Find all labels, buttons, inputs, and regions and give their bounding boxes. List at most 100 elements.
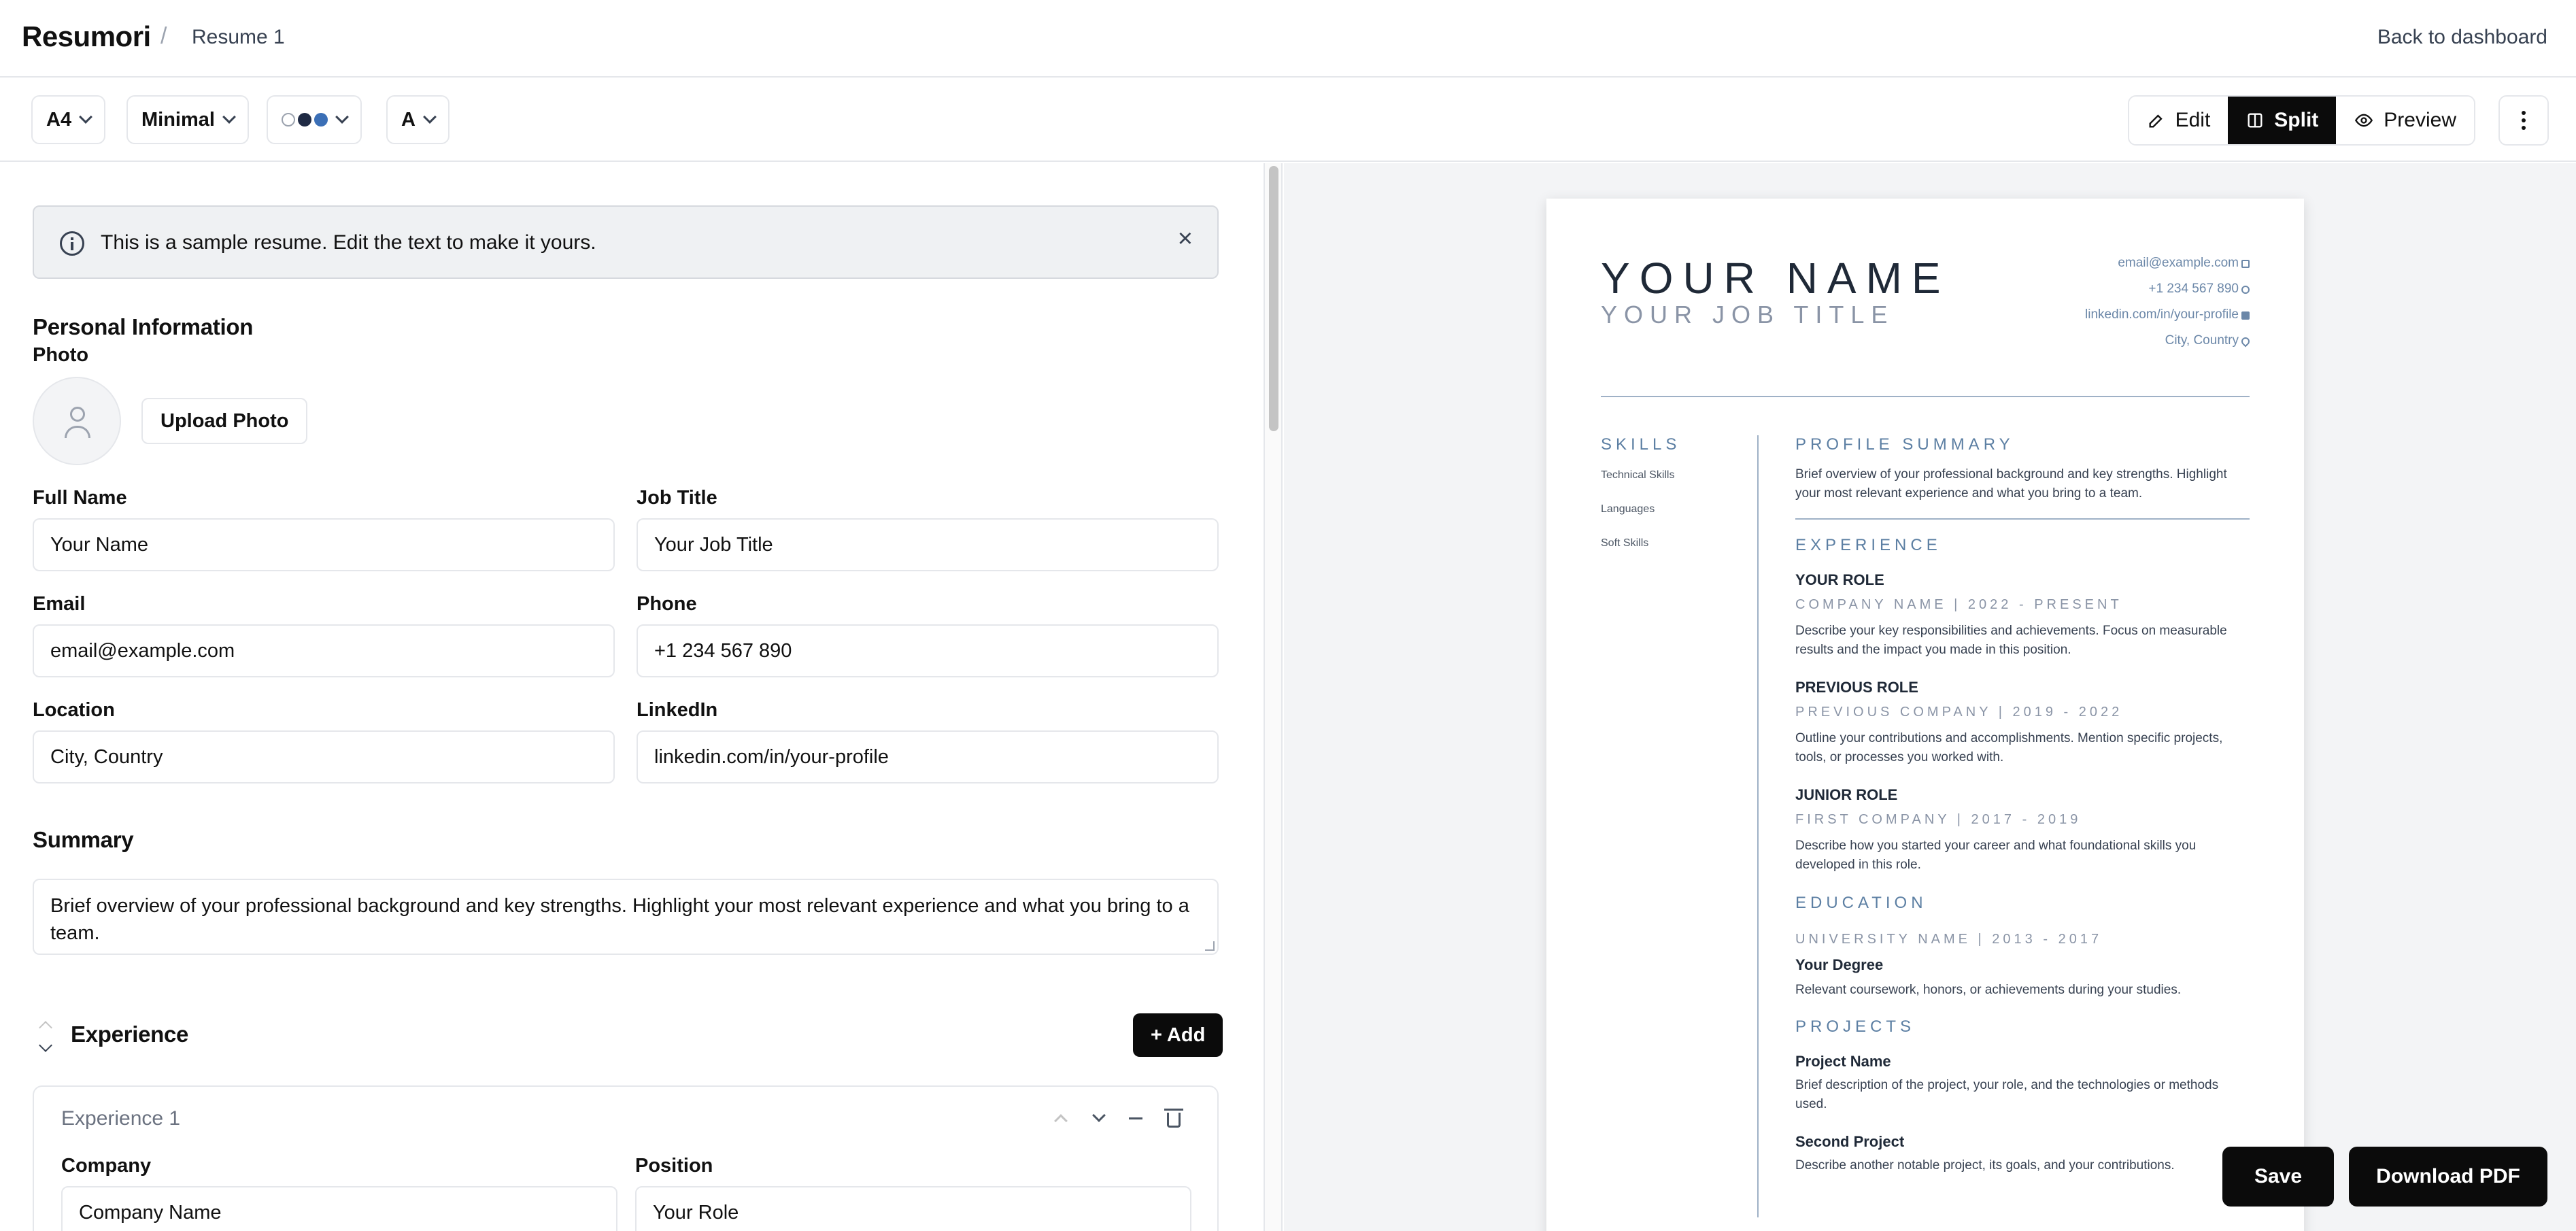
section-divider: [1795, 518, 2250, 520]
job-description: Outline your contributions and accomplis…: [1795, 731, 2223, 764]
resume-location: City, Country: [2165, 333, 2239, 348]
page-size-value: A4: [46, 108, 72, 131]
view-split-button[interactable]: Split: [2228, 97, 2337, 144]
view-preview-button[interactable]: Preview: [2336, 97, 2474, 144]
linkedin-icon: [2241, 311, 2250, 320]
education-heading: EDUCATION: [1795, 894, 1927, 912]
move-down-button[interactable]: [1085, 1104, 1113, 1132]
close-icon[interactable]: ×: [1178, 224, 1193, 254]
email-input[interactable]: email@example.com: [33, 624, 615, 677]
chevron-down-icon: [335, 110, 349, 124]
job-meta: FIRST COMPANY | 2017 - 2019: [1795, 812, 2082, 827]
project-name: Second Project: [1795, 1133, 1905, 1150]
skills-heading: SKILLS: [1601, 435, 1681, 454]
phone-input[interactable]: +1 234 567 890: [637, 624, 1219, 677]
full-name-input[interactable]: Your Name: [33, 518, 615, 571]
app-logo[interactable]: Resumori: [22, 20, 151, 53]
resume-phone: +1 234 567 890: [2148, 282, 2239, 296]
education-description: Relevant coursework, honors, or achievem…: [1795, 983, 2182, 997]
notice-text: This is a sample resume. Edit the text t…: [101, 231, 596, 254]
mail-icon: [2241, 260, 2250, 268]
chevron-down-icon: [79, 110, 92, 124]
template-select[interactable]: Minimal: [126, 95, 249, 144]
breadcrumb-resume-name[interactable]: Resume 1: [192, 26, 285, 49]
view-split-label: Split: [2274, 109, 2319, 131]
avatar: [33, 377, 121, 465]
resume-preview-panel[interactable]: YOUR NAME YOUR JOB TITLE email@example.c…: [1284, 163, 2576, 1231]
color-palette-select[interactable]: [267, 95, 362, 144]
photo-label: Photo: [33, 344, 89, 366]
view-edit-label: Edit: [2175, 109, 2211, 131]
company-input[interactable]: Company Name: [61, 1186, 617, 1231]
summary-textarea[interactable]: Brief overview of your professional back…: [33, 879, 1219, 955]
app-header: Resumori / Resume 1 Back to dashboard: [0, 0, 2576, 78]
delete-button[interactable]: [1160, 1104, 1187, 1132]
resize-handle-icon[interactable]: [1205, 941, 1215, 951]
experience-heading: Experience: [71, 1022, 189, 1047]
pencil-icon: [2149, 114, 2163, 128]
job-meta: PREVIOUS COMPANY | 2019 - 2022: [1795, 705, 2123, 720]
font-select[interactable]: A: [386, 95, 450, 144]
skill-item: Soft Skills: [1601, 537, 1649, 549]
back-to-dashboard-link[interactable]: Back to dashboard: [2377, 26, 2547, 49]
project-description: Brief description of the project, your r…: [1795, 1078, 2219, 1111]
job-title-input[interactable]: Your Job Title: [637, 518, 1219, 571]
download-pdf-button[interactable]: Download PDF: [2349, 1147, 2547, 1207]
skill-item: Technical Skills: [1601, 469, 1675, 481]
editor-panel[interactable]: This is a sample resume. Edit the text t…: [0, 163, 1264, 1231]
collapse-button[interactable]: [1122, 1104, 1149, 1132]
editor-scrollbar[interactable]: [1264, 163, 1283, 1231]
experience-card: Experience 1 Company Company Name Positi…: [33, 1085, 1219, 1231]
education-degree: Your Degree: [1795, 956, 1884, 973]
breadcrumb-separator: /: [160, 23, 167, 49]
view-mode-toggle: Edit Split Preview: [2127, 95, 2475, 146]
chevron-down-icon[interactable]: [39, 1039, 52, 1052]
location-input[interactable]: City, Country: [33, 730, 615, 783]
chevron-up-icon[interactable]: [39, 1021, 52, 1034]
move-up-button[interactable]: [1047, 1104, 1074, 1132]
project-description: Describe another notable project, its go…: [1795, 1158, 2175, 1173]
resume-page: YOUR NAME YOUR JOB TITLE email@example.c…: [1546, 199, 2304, 1231]
education-meta: UNIVERSITY NAME | 2013 - 2017: [1795, 932, 2103, 947]
swatch-navy: [298, 113, 311, 127]
more-options-button[interactable]: [2498, 95, 2549, 146]
minus-icon: [1129, 1117, 1142, 1119]
location-label: Location: [33, 699, 115, 721]
resume-linkedin: linkedin.com/in/your-profile: [2085, 307, 2239, 322]
eye-icon: [2355, 114, 2373, 127]
more-vertical-icon: [2522, 111, 2526, 115]
map-pin-icon: [2239, 335, 2252, 348]
job-description: Describe how you started your career and…: [1795, 839, 2197, 872]
header-divider: [1601, 396, 2250, 397]
summary-heading: Summary: [33, 827, 134, 852]
linkedin-label: LinkedIn: [637, 699, 718, 721]
resume-job-title: YOUR JOB TITLE: [1601, 301, 1895, 328]
position-label: Position: [635, 1155, 713, 1177]
phone-label: Phone: [637, 593, 697, 615]
template-value: Minimal: [141, 108, 215, 131]
add-experience-button[interactable]: + Add: [1133, 1013, 1223, 1057]
save-button[interactable]: Save: [2222, 1147, 2334, 1207]
project-name: Project Name: [1795, 1053, 1891, 1070]
resume-email: email@example.com: [2118, 256, 2239, 270]
page-size-select[interactable]: A4: [31, 95, 106, 144]
palette-swatches: [282, 113, 328, 127]
upload-photo-button[interactable]: Upload Photo: [141, 398, 308, 444]
user-icon: [70, 407, 85, 422]
email-label: Email: [33, 593, 86, 615]
full-name-label: Full Name: [33, 487, 127, 509]
company-label: Company: [61, 1155, 152, 1177]
view-edit-button[interactable]: Edit: [2129, 97, 2228, 144]
job-role: JUNIOR ROLE: [1795, 786, 1898, 803]
projects-heading: PROJECTS: [1795, 1017, 1916, 1036]
chevron-up-icon: [1054, 1114, 1068, 1128]
scrollbar-thumb[interactable]: [1269, 166, 1278, 431]
job-meta: COMPANY NAME | 2022 - PRESENT: [1795, 597, 2122, 612]
font-value: A: [401, 108, 416, 131]
linkedin-input[interactable]: linkedin.com/in/your-profile: [637, 730, 1219, 783]
columns-icon: [2248, 113, 2263, 128]
section-reorder-control[interactable]: [38, 1017, 54, 1058]
chevron-down-icon: [222, 110, 236, 124]
position-input[interactable]: Your Role: [635, 1186, 1191, 1231]
sample-notice-banner: This is a sample resume. Edit the text t…: [33, 205, 1219, 279]
